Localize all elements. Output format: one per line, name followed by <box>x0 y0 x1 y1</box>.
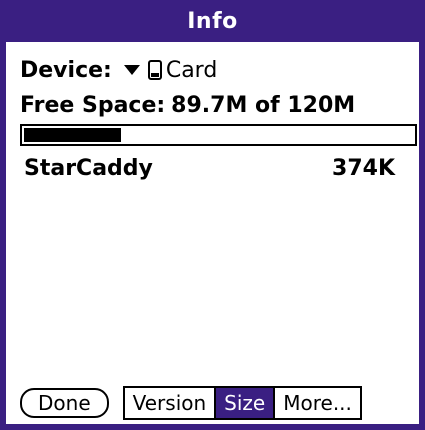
device-selected: Card <box>165 57 218 83</box>
app-size: 374K <box>332 155 395 181</box>
free-space-value: 89.7M of 120M <box>171 92 356 118</box>
triangle-down-icon <box>123 65 140 75</box>
device-dropdown[interactable]: Card <box>123 57 218 83</box>
view-tabs: Version Size More... <box>122 386 362 420</box>
done-button[interactable]: Done <box>20 388 109 418</box>
title-bar: Info <box>6 0 419 42</box>
device-label: Device: <box>20 57 112 83</box>
device-row: Device: Card <box>20 55 405 85</box>
app-name: StarCaddy <box>24 155 153 181</box>
storage-progress-fill <box>24 128 122 142</box>
free-space-label: Free Space: <box>20 92 166 118</box>
list-item[interactable]: StarCaddy 374K <box>20 152 405 184</box>
button-bar: Done Version Size More... <box>20 386 413 420</box>
page-title: Info <box>187 8 238 34</box>
app-list: StarCaddy 374K <box>20 152 405 184</box>
tab-more[interactable]: More... <box>273 388 360 418</box>
card-icon <box>147 60 162 80</box>
tab-size[interactable]: Size <box>214 388 274 418</box>
storage-progress-bar <box>20 124 417 146</box>
info-screen: Info Device: Card Free Space: 89.7M of 1… <box>0 0 425 430</box>
free-space-row: Free Space: 89.7M of 120M <box>20 90 405 120</box>
tab-version[interactable]: Version <box>124 388 215 418</box>
